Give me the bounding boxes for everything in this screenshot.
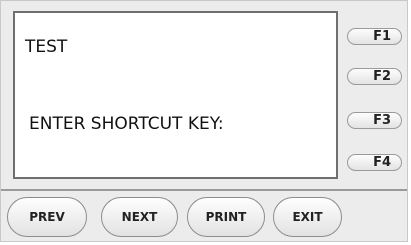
- f4-key[interactable]: F4: [347, 154, 402, 171]
- display-prompt: ENTER SHORTCUT KEY:: [29, 114, 224, 134]
- print-button[interactable]: PRINT: [187, 197, 265, 237]
- exit-button[interactable]: EXIT: [273, 197, 342, 237]
- f2-key[interactable]: F2: [347, 68, 402, 85]
- panel-divider: [1, 189, 407, 191]
- next-button[interactable]: NEXT: [101, 197, 178, 237]
- prev-button[interactable]: PREV: [7, 197, 87, 237]
- f1-key[interactable]: F1: [347, 28, 402, 45]
- display-line-1: TEST: [25, 37, 68, 57]
- f3-key[interactable]: F3: [347, 112, 402, 129]
- terminal-panel: TEST ENTER SHORTCUT KEY: F1 F2 F3 F4 PRE…: [0, 0, 408, 242]
- display-screen: TEST ENTER SHORTCUT KEY:: [13, 11, 338, 179]
